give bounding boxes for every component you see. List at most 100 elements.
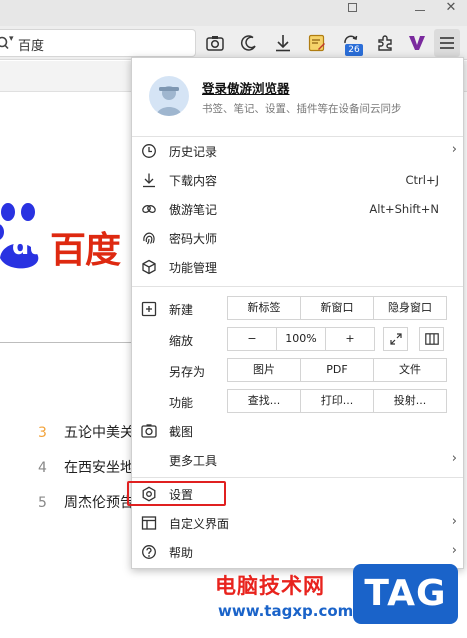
menu-item-screenshot[interactable]: 截图 (132, 417, 463, 445)
menu-row-label: 另存为 (169, 365, 206, 379)
download-button[interactable] (271, 31, 295, 55)
moon-icon (240, 35, 256, 51)
menu-item-password-manager[interactable]: 密码大师 (132, 224, 463, 252)
baidu-logo[interactable]: du 百度 (0, 200, 131, 275)
chevron-right-icon: › (451, 514, 457, 529)
note-icon (308, 34, 325, 52)
profile-section[interactable]: 登录傲游浏览器 书签、笔记、设置、插件等在设备间云同步 (132, 58, 463, 135)
address-bar[interactable]: ▾ 百度 (0, 29, 196, 57)
close-icon: ✕ (445, 0, 457, 15)
menu-item-shortcut: Alt+Shift+N (369, 202, 439, 216)
menu-item-customize-ui[interactable]: 自定义界面 › (132, 509, 463, 537)
clock-icon (142, 144, 156, 158)
fingerprint-icon (143, 232, 155, 245)
save-as-options: 图片 PDF 文件 (227, 358, 447, 382)
help-icon (142, 545, 156, 559)
menu-item-label: 历史记录 (169, 145, 218, 159)
menu-row-label: 缩放 (169, 334, 194, 348)
zoom-in-button[interactable]: + (326, 328, 374, 350)
hamburger-icon (440, 37, 454, 49)
zoom-control: − 100% + (227, 327, 375, 351)
cast-button[interactable]: 投射... (374, 390, 446, 412)
new-tab-icon (141, 301, 157, 317)
camera-icon (141, 424, 157, 438)
new-tab-button[interactable]: 新标签 (228, 297, 301, 319)
minimize-button[interactable] (408, 0, 432, 18)
restore-icon (347, 3, 357, 12)
split-screen-button[interactable] (419, 327, 444, 351)
columns-icon (424, 333, 439, 345)
menu-item-help[interactable]: 帮助 › (132, 538, 463, 566)
menu-separator (132, 286, 463, 287)
notes-knot-icon (142, 204, 156, 214)
minimize-icon (415, 10, 425, 11)
download-icon (143, 173, 155, 188)
download-icon (276, 35, 290, 52)
layout-icon (141, 516, 157, 530)
main-menu-button[interactable] (434, 29, 460, 57)
expand-icon (389, 333, 402, 345)
baidu-logo-text: 百度 (50, 230, 121, 271)
close-window-button[interactable]: ✕ (439, 0, 463, 18)
menu-item-downloads[interactable]: 下载内容 Ctrl+J (132, 166, 463, 194)
chevron-right-icon: › (451, 451, 457, 466)
menu-item-label: 自定义界面 (169, 517, 230, 531)
notes-button[interactable] (305, 31, 329, 55)
address-text[interactable]: 百度 (18, 35, 44, 54)
menu-item-label: 功能管理 (169, 261, 218, 275)
menu-item-label: 密码大师 (169, 232, 218, 246)
watermark-text: 电脑技术网 (215, 574, 325, 598)
restore-window-button[interactable] (340, 0, 364, 18)
watermark-tag-logo: TAG (353, 564, 458, 624)
save-pdf-button[interactable]: PDF (301, 359, 374, 381)
login-link[interactable]: 登录傲游浏览器 (202, 78, 290, 97)
feature-options: 查找... 打印... 投射... (227, 389, 447, 413)
menu-item-more-tools[interactable]: 更多工具 › (132, 446, 463, 474)
print-button[interactable]: 打印... (301, 390, 374, 412)
menu-row-label: 新建 (169, 303, 194, 317)
page-divider (0, 342, 134, 343)
search-engine-caret-icon[interactable]: ▾ (9, 34, 14, 44)
menu-item-label: 下载内容 (169, 174, 218, 188)
hot-title: 周杰伦预告 (64, 495, 134, 511)
menu-item-feature-manager[interactable]: 功能管理 (132, 253, 463, 281)
menu-item-label: 截图 (169, 425, 194, 439)
avatar (149, 76, 189, 116)
baidu-du-text: du (12, 232, 47, 260)
save-image-button[interactable]: 图片 (228, 359, 301, 381)
new-options: 新标签 新窗口 隐身窗口 (227, 296, 447, 320)
maxthon-logo-button[interactable] (405, 31, 429, 55)
notification-badge: 26 (345, 44, 363, 56)
settings-highlight-box (127, 481, 226, 506)
watermark-url: www.tagxp.com (218, 602, 354, 620)
maxthon-v-icon (409, 36, 425, 50)
menu-item-label: 傲游笔记 (169, 203, 218, 217)
night-mode-button[interactable] (237, 31, 261, 55)
menu-item-label: 更多工具 (169, 454, 218, 468)
toolbar: ▾ 百度 26 (0, 26, 467, 60)
chevron-right-icon: › (451, 142, 457, 157)
menu-item-notes[interactable]: 傲游笔记 Alt+Shift+N (132, 195, 463, 223)
cube-icon (142, 259, 156, 275)
fullscreen-button[interactable] (383, 327, 408, 351)
title-bar: ✕ (0, 0, 467, 26)
profile-subtitle: 书签、笔记、设置、插件等在设备间云同步 (202, 103, 402, 115)
screenshot-tool-button[interactable] (203, 31, 227, 55)
menu-item-label: 帮助 (169, 546, 194, 560)
save-file-button[interactable]: 文件 (374, 359, 446, 381)
find-button[interactable]: 查找... (228, 390, 301, 412)
hot-rank: 5 (38, 495, 47, 511)
zoom-out-button[interactable]: − (228, 328, 277, 350)
hot-list-item[interactable]: 5 周杰伦预告 (38, 492, 134, 512)
hot-rank: 4 (38, 460, 47, 476)
extensions-button[interactable] (373, 31, 397, 55)
chevron-right-icon: › (451, 543, 457, 558)
camera-icon (206, 36, 224, 51)
menu-item-history[interactable]: 历史记录 › (132, 137, 463, 165)
incognito-window-button[interactable]: 隐身窗口 (374, 297, 446, 319)
menu-item-shortcut: Ctrl+J (405, 173, 440, 187)
menu-row-label: 功能 (169, 396, 194, 410)
menu-separator (132, 477, 463, 478)
hot-rank: 3 (38, 425, 47, 441)
new-window-button[interactable]: 新窗口 (301, 297, 374, 319)
